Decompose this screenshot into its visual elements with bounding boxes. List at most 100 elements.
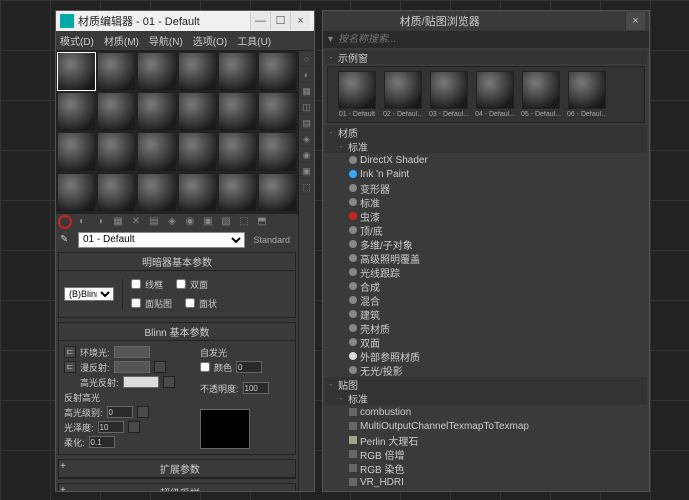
material-item[interactable]: 虫漆 — [325, 209, 647, 223]
wire-check[interactable] — [131, 279, 141, 289]
sample-thumb[interactable]: 05 - Defaul... — [520, 71, 562, 118]
sample-slot[interactable] — [178, 52, 217, 91]
tool-icon[interactable]: ◉ — [182, 214, 198, 230]
material-item[interactable]: 高级照明覆盖 — [325, 251, 647, 265]
titlebar[interactable]: 材质编辑器 - 01 - Default — ☐ × — [56, 11, 314, 31]
map-button[interactable] — [163, 376, 175, 388]
map-item[interactable]: RGB 倍增 — [325, 447, 647, 461]
material-item[interactable]: 光线跟踪 — [325, 265, 647, 279]
menu-mode[interactable]: 模式(D) — [60, 33, 94, 48]
tool-icon[interactable]: ▤ — [146, 214, 162, 230]
lock-button[interactable]: ⊏ — [64, 361, 76, 373]
material-item[interactable]: 混合 — [325, 293, 647, 307]
tool-icon[interactable]: ◉ — [299, 147, 314, 163]
sample-slot[interactable] — [178, 92, 217, 131]
sample-slot[interactable] — [258, 173, 297, 212]
map-button[interactable] — [137, 406, 149, 418]
get-material-button[interactable] — [58, 215, 72, 229]
sample-thumb[interactable]: 01 - Default — [336, 71, 378, 118]
sample-slot[interactable] — [137, 132, 176, 171]
tool-icon[interactable]: ◑ — [92, 214, 108, 230]
tool-icon[interactable]: ⬒ — [254, 214, 270, 230]
sample-slot[interactable] — [57, 132, 96, 171]
material-item[interactable]: 合成 — [325, 279, 647, 293]
sample-slot[interactable] — [57, 92, 96, 131]
sample-thumb[interactable]: 04 - Defaul... — [474, 71, 516, 118]
soften-input[interactable]: 0.1 — [89, 436, 115, 448]
maps-header[interactable]: -贴图 — [325, 377, 647, 391]
material-item[interactable]: 外部参照材质 — [325, 349, 647, 363]
tool-icon[interactable]: ▦ — [299, 83, 314, 99]
color-input[interactable]: 0 — [236, 361, 262, 373]
faceted-check[interactable] — [185, 298, 195, 308]
sample-slot[interactable] — [137, 173, 176, 212]
sample-slot[interactable] — [218, 173, 257, 212]
material-name-select[interactable]: 01 - Default — [78, 232, 245, 248]
material-item[interactable]: 无光/投影 — [325, 363, 647, 377]
material-item[interactable]: 多维/子对象 — [325, 237, 647, 251]
sample-slot[interactable] — [57, 52, 96, 91]
menu-nav[interactable]: 导航(N) — [149, 33, 183, 48]
tool-icon[interactable]: ▣ — [299, 163, 314, 179]
sample-slot[interactable] — [258, 132, 297, 171]
rollout-header[interactable]: Blinn 基本参数 — [59, 323, 295, 341]
sample-slot[interactable] — [218, 92, 257, 131]
samples-header[interactable]: -示例窗 — [325, 50, 647, 64]
material-item[interactable]: 变形器 — [325, 181, 647, 195]
sample-thumb[interactable]: 02 - Defaul... — [382, 71, 424, 118]
tool-icon[interactable]: ▧ — [218, 214, 234, 230]
material-item[interactable]: DirectX Shader — [325, 153, 647, 167]
materials-header[interactable]: -材质 — [325, 125, 647, 139]
tool-icon[interactable]: ▦ — [110, 214, 126, 230]
map-button[interactable] — [128, 421, 140, 433]
sample-slot[interactable] — [218, 52, 257, 91]
sample-slot[interactable] — [97, 173, 136, 212]
map-item[interactable]: MultiOutputChannelTexmapToTexmap — [325, 419, 647, 433]
search-input[interactable] — [336, 33, 647, 46]
material-item[interactable]: 标准 — [325, 195, 647, 209]
tool-icon[interactable]: ⬚ — [236, 214, 252, 230]
map-item[interactable]: combustion — [325, 405, 647, 419]
close-button[interactable]: × — [290, 12, 310, 30]
menu-options[interactable]: 选项(O) — [193, 33, 227, 48]
ambient-swatch[interactable] — [114, 346, 150, 358]
material-item[interactable]: 顶/底 — [325, 223, 647, 237]
twoside-check[interactable] — [176, 279, 186, 289]
tool-icon[interactable]: ▤ — [299, 115, 314, 131]
sample-slot[interactable] — [57, 173, 96, 212]
tool-icon[interactable]: ✕ — [128, 214, 144, 230]
close-button[interactable]: × — [625, 12, 645, 30]
maximize-button[interactable]: ☐ — [270, 12, 290, 30]
tool-icon[interactable]: ◐ — [299, 67, 314, 83]
standard-header[interactable]: -标准 — [325, 139, 647, 153]
sample-slot[interactable] — [178, 173, 217, 212]
map-item[interactable]: RGB 染色 — [325, 461, 647, 475]
rollout-header[interactable]: 明暗器基本参数 — [59, 253, 295, 271]
sample-slot[interactable] — [258, 52, 297, 91]
gloss-input[interactable]: 10 — [98, 421, 124, 433]
sample-slot[interactable] — [97, 92, 136, 131]
tool-icon[interactable]: ◫ — [299, 99, 314, 115]
opacity-input[interactable]: 100 — [243, 382, 269, 394]
tool-icon[interactable]: ◐ — [74, 214, 90, 230]
tool-icon[interactable]: ◈ — [299, 131, 314, 147]
dropper-icon[interactable]: ✎ — [60, 234, 74, 245]
facemap-check[interactable] — [131, 298, 141, 308]
specular-swatch[interactable] — [123, 376, 159, 388]
menu-material[interactable]: 材质(M) — [104, 33, 139, 48]
map-item[interactable]: VR_HDRI — [325, 475, 647, 489]
diffuse-swatch[interactable] — [114, 361, 150, 373]
map-button[interactable] — [154, 361, 166, 373]
speclevel-input[interactable]: 0 — [107, 406, 133, 418]
tool-icon[interactable]: ○ — [299, 51, 314, 67]
map-item[interactable]: Perlin 大理石 — [325, 433, 647, 447]
map-item[interactable]: VR_分子贴图 — [325, 489, 647, 491]
tool-icon[interactable]: ▣ — [200, 214, 216, 230]
sample-slot[interactable] — [218, 132, 257, 171]
sample-slot[interactable] — [97, 52, 136, 91]
sample-thumb[interactable]: 06 - Defaul... — [566, 71, 608, 118]
sample-slot[interactable] — [258, 92, 297, 131]
material-item[interactable]: 双面 — [325, 335, 647, 349]
material-type-button[interactable]: Standard — [253, 235, 290, 245]
minimize-button[interactable]: — — [250, 12, 270, 30]
